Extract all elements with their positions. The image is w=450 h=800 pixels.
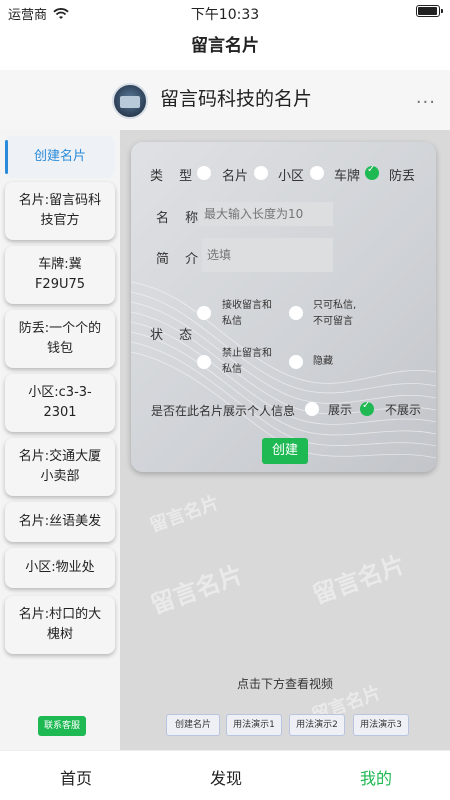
status-radio-receive[interactable] <box>197 306 211 320</box>
tab-discover[interactable]: 发现 <box>196 765 256 789</box>
status-radio-dm-only[interactable] <box>289 306 303 320</box>
sidebar-item-salon[interactable]: 名片:丝语美发 <box>5 502 115 542</box>
status-option-forbid[interactable]: 禁止留言和私信 <box>222 346 280 378</box>
sidebar-item-shop[interactable]: 名片:交通大厦小卖部 <box>5 438 115 496</box>
create-card-form <box>131 142 436 472</box>
avatar[interactable] <box>112 83 148 119</box>
video-demo2-button[interactable]: 用法演示2 <box>289 714 345 736</box>
show-radio-no[interactable] <box>360 400 374 416</box>
wave-decoration <box>131 281 436 459</box>
contact-service-button[interactable]: 联系客服 <box>38 716 86 736</box>
type-option-community[interactable]: 小区 <box>278 165 304 184</box>
sidebar: 创建名片 名片:留言码科技官方 车牌:冀F29U75 防丢:一个个的钱包 小区:… <box>0 130 120 750</box>
video-demo3-button[interactable]: 用法演示3 <box>353 714 409 736</box>
show-option-no[interactable]: 不展示 <box>385 401 421 418</box>
video-demo1-button[interactable]: 用法演示1 <box>226 714 282 736</box>
type-radio-plate[interactable] <box>310 166 324 180</box>
status-option-hidden[interactable]: 隐藏 <box>313 354 333 370</box>
battery-icon <box>416 5 443 17</box>
video-hint: 点击下方查看视频 <box>236 677 333 691</box>
card-title: 留言码科技的名片 <box>160 88 313 110</box>
video-create-card-button[interactable]: 创建名片 <box>166 714 220 736</box>
type-radio-card[interactable] <box>197 166 211 180</box>
sidebar-item-create[interactable]: 创建名片 <box>5 136 115 178</box>
sidebar-item-plate[interactable]: 车牌:冀F29U75 <box>5 246 115 304</box>
status-radio-forbid[interactable] <box>197 355 211 369</box>
watermark: 留言名片 <box>146 560 247 620</box>
watermark: 留言名片 <box>308 550 409 610</box>
status-time: 下午10:33 <box>190 7 260 23</box>
type-label: 类 型 <box>150 169 199 184</box>
tab-home[interactable]: 首页 <box>46 765 106 789</box>
sidebar-item-lost[interactable]: 防丢:一个个的钱包 <box>5 310 115 368</box>
status-option-dm-only[interactable]: 只可私信,不可留言 <box>313 298 363 330</box>
name-input[interactable] <box>199 202 333 226</box>
show-info-label: 是否在此名片展示个人信息 <box>151 404 296 418</box>
intro-input[interactable] <box>202 238 333 272</box>
tab-mine[interactable]: 我的 <box>346 765 406 789</box>
show-radio-yes[interactable] <box>305 402 319 416</box>
sidebar-item-community[interactable]: 小区:c3-3-2301 <box>5 374 115 432</box>
sidebar-item-card[interactable]: 名片:留言码科技官方 <box>5 182 115 240</box>
card-header: 留言码科技的名片 ··· <box>0 70 450 130</box>
status-radio-hidden[interactable] <box>289 355 303 369</box>
page-title: 留言名片 <box>191 36 259 56</box>
status-bar: 运营商 下午10:33 <box>0 0 450 24</box>
more-options-icon[interactable]: ··· <box>416 92 436 113</box>
intro-label: 简 介 <box>156 252 205 267</box>
type-radio-lost[interactable] <box>365 164 379 180</box>
type-option-card[interactable]: 名片 <box>222 165 248 184</box>
show-option-yes[interactable]: 展示 <box>328 401 352 418</box>
watermark: 留言名片 <box>147 492 222 537</box>
sidebar-item-property[interactable]: 小区:物业处 <box>5 548 115 588</box>
type-option-lost[interactable]: 防丢 <box>389 165 415 184</box>
type-option-plate[interactable]: 车牌 <box>334 165 360 184</box>
name-label: 名 称 <box>156 211 205 226</box>
sidebar-item-tree[interactable]: 名片:村口的大槐树 <box>5 596 115 654</box>
type-radio-community[interactable] <box>254 166 268 180</box>
create-button[interactable]: 创建 <box>262 438 308 464</box>
status-option-receive[interactable]: 接收留言和私信 <box>222 298 280 330</box>
status-label: 状 态 <box>150 328 199 343</box>
tab-bar: 首页 发现 我的 <box>0 750 450 800</box>
